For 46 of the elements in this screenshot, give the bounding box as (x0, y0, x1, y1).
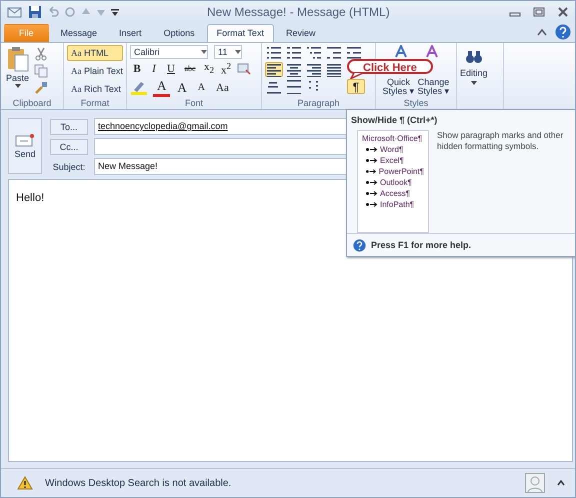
send-button[interactable]: Send (8, 118, 42, 174)
to-button[interactable]: To... (50, 118, 88, 134)
show-hide-button[interactable]: ¶ (347, 79, 365, 94)
sample-line: PowerPoint¶ (378, 167, 424, 176)
font-style-button[interactable]: B (130, 61, 144, 76)
sample-line: Access¶ (380, 189, 410, 198)
sample-line: Microsoft·Office¶ (362, 134, 424, 143)
subject-label: Subject: (52, 162, 86, 172)
font-size-field[interactable]: 11 (214, 45, 242, 59)
font-name-field[interactable]: Calibri (130, 45, 208, 59)
font-button[interactable]: A (153, 78, 170, 97)
font-style-button[interactable]: I (147, 61, 161, 76)
paste-button[interactable]: Paste (4, 45, 32, 97)
ribbon-tab[interactable]: Options (154, 24, 205, 42)
sample-line: Excel¶ (380, 156, 404, 165)
format-option[interactable]: Aa HTML (67, 45, 123, 61)
status-message: Windows Desktop Search is not available. (45, 478, 232, 488)
styles-button[interactable]: Quick Styles ▾ (382, 78, 414, 96)
group-label: Styles (402, 97, 430, 109)
message-body-text: Hello! (16, 192, 44, 204)
sample-line: Word¶ (380, 145, 404, 154)
ribbon-tab[interactable]: Message (50, 24, 108, 42)
cc-button[interactable]: Cc... (50, 138, 88, 154)
group-label: Paragraph (296, 97, 341, 109)
font-style-button[interactable]: U (164, 61, 178, 76)
font-button[interactable]: A (194, 82, 210, 93)
font-style-button[interactable]: x$_{2}$ (202, 61, 216, 76)
group-label: Format (80, 97, 110, 109)
format-option[interactable]: Aa Plain Text (67, 63, 123, 79)
sample-line: Outlook¶ (380, 178, 412, 187)
font-style-button[interactable]: x$^{2}$ (219, 61, 233, 76)
sample-line: InfoPath¶ (380, 200, 414, 209)
help-hint: Press F1 for more help. (371, 240, 472, 250)
editing-button[interactable]: Editing (460, 45, 488, 109)
font-button[interactable]: Aa (212, 82, 233, 94)
group-label: Clipboard (12, 97, 52, 109)
format-option[interactable]: Aa Rich Text (67, 81, 123, 97)
ribbon-tab[interactable]: Format Text (206, 24, 274, 42)
font-button[interactable]: A (173, 80, 191, 96)
styles-button[interactable]: Change Styles ▾ (418, 78, 450, 96)
font-style-button[interactable]: abc (181, 61, 199, 76)
ribbon-tab[interactable]: Insert (109, 24, 152, 42)
window-title: New Message! - Message (HTML) (207, 5, 391, 19)
tooltip-title: Show/Hide ¶ (Ctrl+*) (351, 115, 438, 125)
group-label: Font (184, 97, 204, 109)
ribbon-tab[interactable]: Review (276, 24, 326, 42)
